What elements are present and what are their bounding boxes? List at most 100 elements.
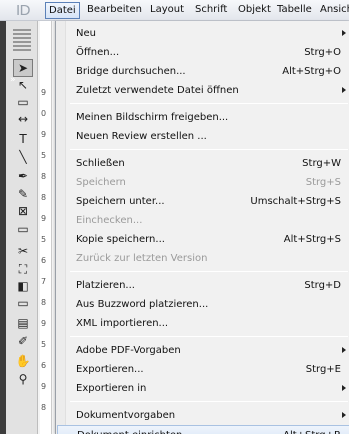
gradient-swatch-tool-icon[interactable]: ◧ bbox=[13, 277, 33, 295]
rectangle-tool-icon[interactable]: ▭ bbox=[13, 220, 33, 238]
menu-item[interactable]: Neu bbox=[57, 24, 349, 44]
menu-separator bbox=[70, 401, 348, 402]
ruler-number: 8 bbox=[41, 172, 47, 181]
gap-tool-icon[interactable]: ↔ bbox=[13, 110, 33, 128]
menu-item[interactable]: Meinen Bildschirm freigeben... bbox=[57, 108, 349, 128]
menu-item-label: Speichern unter... bbox=[76, 196, 165, 207]
panel-edge bbox=[0, 21, 6, 434]
submenu-arrow-icon bbox=[342, 385, 346, 391]
menu-item[interactable]: Öffnen... Strg+O bbox=[57, 43, 349, 63]
menu-item-shortcut: Alt+Strg+O bbox=[282, 66, 341, 77]
rectangle-frame-tool-icon[interactable]: ⊠ bbox=[13, 202, 33, 220]
pencil-tool-icon[interactable]: ✎ bbox=[13, 185, 33, 203]
menu-item[interactable]: Kopie speichern... Alt+Strg+S bbox=[57, 230, 349, 250]
menu-item-label: Bridge durchsuchen... bbox=[76, 66, 186, 77]
menu-item[interactable]: Zuletzt verwendete Datei öffnen bbox=[57, 81, 349, 101]
menu-item-label: Platzieren... bbox=[76, 280, 135, 291]
menu-item-label: Neuen Review erstellen ... bbox=[76, 131, 207, 142]
menu-item[interactable]: Dokument einrichten... Alt+Strg+P bbox=[57, 425, 349, 434]
type-tool-icon[interactable]: T bbox=[13, 130, 33, 148]
menu-tabelle[interactable]: Tabelle bbox=[277, 4, 312, 15]
menu-separator bbox=[70, 336, 348, 337]
menu-item[interactable]: Speichern unter... Umschalt+Strg+S bbox=[57, 192, 349, 212]
menu-bar: ID Datei Bearbeiten Layout Schrift Objek… bbox=[0, 0, 349, 21]
menu-item-label: Meinen Bildschirm freigeben... bbox=[76, 112, 229, 123]
hand-tool-icon[interactable]: ✋ bbox=[13, 352, 33, 370]
menu-separator bbox=[70, 103, 348, 104]
menu-item-shortcut: Umschalt+Strg+S bbox=[250, 196, 341, 207]
ruler-number: 0 bbox=[41, 109, 47, 118]
indesign-logo: ID bbox=[16, 2, 31, 19]
line-tool-icon[interactable]: ╲ bbox=[13, 148, 33, 166]
menu-schrift[interactable]: Schrift bbox=[195, 4, 227, 15]
menu-item-label: Aus Buzzword platzieren... bbox=[76, 299, 209, 310]
menu-item[interactable]: Aus Buzzword platzieren... bbox=[57, 295, 349, 315]
menu-item-label: Speichern bbox=[76, 177, 126, 188]
panel-grip-icon[interactable] bbox=[13, 29, 31, 51]
menu-item-shortcut: Alt+Strg+P bbox=[283, 430, 340, 434]
menu-item-shortcut: Strg+O bbox=[304, 47, 341, 58]
menu-datei[interactable]: Datei bbox=[45, 2, 80, 19]
vertical-ruler bbox=[40, 21, 52, 434]
submenu-arrow-icon bbox=[342, 347, 346, 353]
scissors-tool-icon[interactable]: ✂ bbox=[13, 242, 33, 260]
menu-item[interactable]: Exportieren in bbox=[57, 379, 349, 399]
ruler-number: 9 bbox=[41, 214, 47, 223]
menu-item[interactable]: Bridge durchsuchen... Alt+Strg+O bbox=[57, 62, 349, 82]
menu-item-shortcut: Strg+S bbox=[305, 177, 341, 188]
menu-item: Zurück zur letzten Version bbox=[57, 249, 349, 269]
menu-item-label: Exportieren... bbox=[76, 364, 144, 375]
tools-panel: » ➤ ↖ ▭ ↔ T ╲ ✒ ✎ ⊠ ▭ ✂ ⛶ ◧ ▭ ▤ ✐ ✋ ⚲ bbox=[0, 21, 38, 434]
ruler-number: 5 bbox=[41, 151, 47, 160]
menu-item-label: Einchecken... bbox=[76, 215, 143, 226]
ruler-number: 9 bbox=[41, 88, 47, 97]
ruler-number: 5 bbox=[41, 340, 47, 349]
ruler-number: 6 bbox=[41, 361, 47, 370]
submenu-arrow-icon bbox=[342, 412, 346, 418]
gradient-feather-tool-icon[interactable]: ▭ bbox=[13, 294, 33, 312]
menu-item-label: Schließen bbox=[76, 158, 125, 169]
menu-item-label: Adobe PDF-Vorgaben bbox=[76, 345, 181, 356]
menu-item[interactable]: Exportieren... Strg+E bbox=[57, 360, 349, 380]
menu-item-label: Zurück zur letzten Version bbox=[76, 253, 208, 264]
note-tool-icon[interactable]: ▤ bbox=[13, 314, 33, 332]
menu-item-label: Exportieren in bbox=[76, 383, 147, 394]
menu-item-label: Zuletzt verwendete Datei öffnen bbox=[76, 85, 239, 96]
menu-item-label: Neu bbox=[76, 28, 96, 39]
ruler-number: 9 bbox=[41, 130, 47, 139]
ruler-number: 5 bbox=[41, 235, 47, 244]
menu-item: Speichern Strg+S bbox=[57, 173, 349, 193]
zoom-tool-icon[interactable]: ⚲ bbox=[13, 370, 33, 388]
page-tool-icon[interactable]: ▭ bbox=[13, 93, 33, 111]
menu-separator bbox=[70, 149, 348, 150]
menu-item-shortcut: Strg+E bbox=[305, 364, 341, 375]
free-transform-tool-icon[interactable]: ⛶ bbox=[13, 260, 33, 278]
eyedropper-tool-icon[interactable]: ✐ bbox=[13, 332, 33, 350]
menu-ansicht[interactable]: Ansicht bbox=[320, 4, 349, 15]
direct-selection-tool-icon[interactable]: ↖ bbox=[13, 76, 33, 94]
menu-item-label: Kopie speichern... bbox=[76, 234, 165, 245]
menu-item-label: Dokumentvorgaben bbox=[76, 410, 176, 421]
menu-item-shortcut: Alt+Strg+S bbox=[283, 234, 341, 245]
menu-item[interactable]: Schließen Strg+W bbox=[57, 154, 349, 174]
file-menu-dropdown: Neu Öffnen... Strg+O Bridge durchsuchen... A… bbox=[55, 21, 349, 434]
menu-separator bbox=[70, 271, 348, 272]
menu-item[interactable]: XML importieren... bbox=[57, 314, 349, 334]
ruler-number: 9 bbox=[41, 382, 47, 391]
menu-item[interactable]: Platzieren... Strg+D bbox=[57, 276, 349, 296]
selection-tool-icon[interactable]: ➤ bbox=[13, 59, 33, 77]
menu-item[interactable]: Adobe PDF-Vorgaben bbox=[57, 341, 349, 361]
ruler-number: 6 bbox=[41, 256, 47, 265]
menu-objekt[interactable]: Objekt bbox=[238, 4, 271, 15]
ruler-number: 7 bbox=[41, 277, 47, 286]
menu-item-label: Dokument einrichten... bbox=[77, 430, 192, 434]
ruler-number: 8 bbox=[41, 193, 47, 202]
menu-item[interactable]: Dokumentvorgaben bbox=[57, 406, 349, 426]
menu-bearbeiten[interactable]: Bearbeiten bbox=[87, 4, 142, 15]
pen-tool-icon[interactable]: ✒ bbox=[13, 167, 33, 185]
menu-item-shortcut: Strg+W bbox=[302, 158, 341, 169]
menu-item-label: XML importieren... bbox=[76, 318, 169, 329]
submenu-arrow-icon bbox=[342, 87, 346, 93]
menu-layout[interactable]: Layout bbox=[150, 4, 184, 15]
menu-item[interactable]: Neuen Review erstellen ... bbox=[57, 127, 349, 147]
